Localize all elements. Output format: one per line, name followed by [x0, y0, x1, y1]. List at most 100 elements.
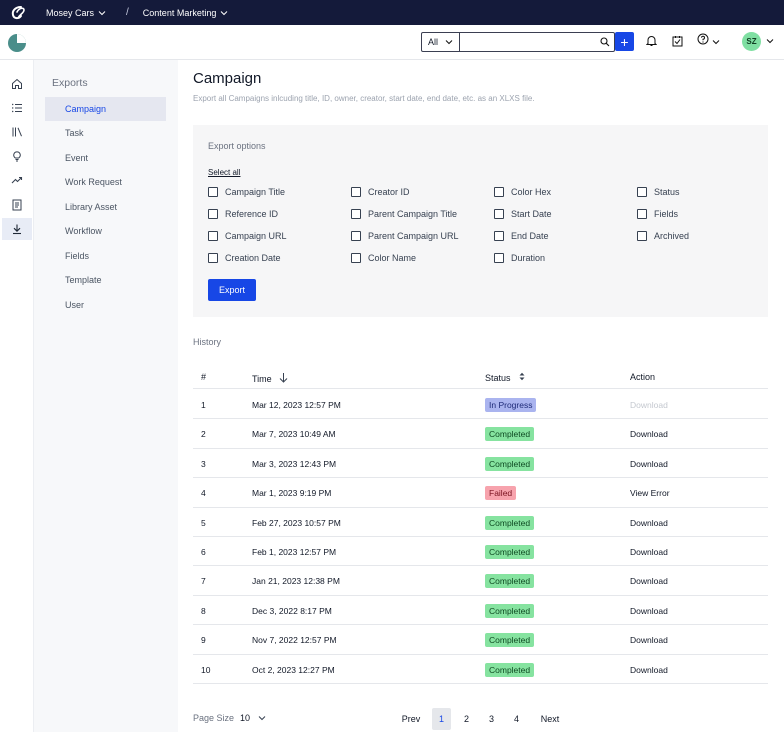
chevron-down-icon: [220, 8, 228, 18]
download-link[interactable]: Download: [630, 576, 668, 586]
column-header-time[interactable]: Time: [252, 372, 288, 385]
list-icon[interactable]: [2, 97, 32, 119]
page-button-4[interactable]: 4: [507, 708, 526, 730]
search-icon[interactable]: [596, 33, 614, 51]
option-color-hex[interactable]: Color Hex: [494, 187, 551, 197]
sidebar-item-campaign[interactable]: Campaign: [45, 97, 166, 121]
row-number: 3: [201, 458, 206, 469]
page-button-2[interactable]: 2: [457, 708, 476, 730]
workspace-switcher[interactable]: Mosey Cars: [46, 8, 106, 18]
checkbox[interactable]: [208, 231, 218, 241]
help-menu[interactable]: [697, 33, 723, 48]
exports-sidebar: Exports Campaign Task Event Work Request…: [34, 60, 178, 732]
add-button[interactable]: +: [615, 32, 634, 51]
search-scope-select[interactable]: All: [422, 33, 460, 51]
option-campaign-title[interactable]: Campaign Title: [208, 187, 285, 197]
next-page-button[interactable]: Next: [536, 708, 564, 730]
option-creation-date[interactable]: Creation Date: [208, 253, 281, 263]
option-archived[interactable]: Archived: [637, 231, 689, 241]
option-fields[interactable]: Fields: [637, 209, 678, 219]
option-color-name[interactable]: Color Name: [351, 253, 416, 263]
table-row: 6 Feb 1, 2023 12:57 PM Completed Download: [193, 537, 768, 567]
download-link[interactable]: Download: [630, 547, 668, 557]
chevron-down-icon[interactable]: [763, 34, 777, 48]
option-duration[interactable]: Duration: [494, 253, 545, 263]
checkbox[interactable]: [637, 209, 647, 219]
checkbox[interactable]: [637, 187, 647, 197]
column-header-status[interactable]: Status: [485, 372, 525, 383]
page-size-selector[interactable]: Page Size 10: [193, 713, 266, 723]
search-input[interactable]: [460, 33, 596, 51]
page-button-1[interactable]: 1: [432, 708, 451, 730]
option-campaign-url[interactable]: Campaign URL: [208, 231, 287, 241]
table-row: 10 Oct 2, 2023 12:27 PM Completed Download: [193, 655, 768, 684]
checkbox[interactable]: [494, 187, 504, 197]
checkbox[interactable]: [208, 187, 218, 197]
checkbox[interactable]: [208, 253, 218, 263]
search-scope-value: All: [428, 37, 439, 47]
download-link[interactable]: Download: [630, 606, 668, 616]
status-badge: Completed: [485, 427, 535, 442]
section-switcher[interactable]: Content Marketing: [143, 8, 229, 18]
trending-icon[interactable]: [2, 169, 32, 191]
status-badge: Completed: [485, 545, 535, 559]
checkbox[interactable]: [637, 231, 647, 241]
page-button-3[interactable]: 3: [482, 708, 501, 730]
row-time: Nov 7, 2022 12:57 PM: [252, 635, 337, 646]
sidebar-item-user[interactable]: User: [45, 293, 166, 317]
download-icon[interactable]: [2, 218, 32, 240]
sidebar-item-fields[interactable]: Fields: [45, 244, 166, 268]
app-logo-icon[interactable]: [8, 34, 26, 52]
option-creator-id[interactable]: Creator ID: [351, 187, 410, 197]
sidebar-item-event[interactable]: Event: [45, 146, 166, 170]
bell-icon[interactable]: [644, 34, 658, 48]
lightbulb-icon[interactable]: [2, 145, 32, 167]
sidebar-item-library-asset[interactable]: Library Asset: [45, 195, 166, 219]
download-link[interactable]: Download: [630, 518, 668, 528]
export-options-card: Export options Select all Campaign Title…: [193, 125, 768, 317]
sidebar-item-workflow[interactable]: Workflow: [45, 219, 166, 243]
sidebar-item-template[interactable]: Template: [45, 268, 166, 292]
document-icon[interactable]: [2, 194, 32, 216]
download-link[interactable]: Download: [630, 429, 668, 439]
select-all-link[interactable]: Select all: [208, 168, 240, 177]
brand-logo-icon[interactable]: [5, 0, 31, 25]
sidebar-item-task[interactable]: Task: [45, 121, 166, 145]
row-time: Oct 2, 2023 12:27 PM: [252, 664, 335, 675]
option-status[interactable]: Status: [637, 187, 680, 197]
sort-arrow-down-icon[interactable]: [279, 372, 288, 385]
option-parent-campaign-title[interactable]: Parent Campaign Title: [351, 209, 457, 219]
checkbox[interactable]: [351, 231, 361, 241]
option-start-date[interactable]: Start Date: [494, 209, 552, 219]
row-number: 2: [201, 429, 206, 440]
option-reference-id[interactable]: Reference ID: [208, 209, 278, 219]
task-check-icon[interactable]: [670, 34, 684, 48]
checkbox[interactable]: [351, 187, 361, 197]
download-link[interactable]: Download: [630, 635, 668, 645]
option-end-date[interactable]: End Date: [494, 231, 549, 241]
avatar[interactable]: SZ: [742, 32, 761, 51]
download-link[interactable]: Download: [630, 459, 668, 469]
home-icon[interactable]: [2, 73, 32, 95]
table-row: 5 Feb 27, 2023 10:57 PM Completed Download: [193, 508, 768, 537]
checkbox[interactable]: [351, 253, 361, 263]
status-badge: Completed: [485, 662, 535, 677]
row-number: 7: [201, 576, 206, 587]
checkbox[interactable]: [494, 209, 504, 219]
row-number: 1: [201, 400, 206, 410]
download-link[interactable]: Download: [630, 665, 668, 675]
option-parent-campaign-url[interactable]: Parent Campaign URL: [351, 231, 459, 241]
view-error-link[interactable]: View Error: [630, 488, 670, 498]
sidebar-item-work-request[interactable]: Work Request: [45, 170, 166, 194]
column-header-number: #: [201, 372, 207, 382]
checkbox[interactable]: [351, 209, 361, 219]
checkbox[interactable]: [208, 209, 218, 219]
export-button[interactable]: Export: [208, 279, 256, 301]
option-label: Creator ID: [368, 187, 410, 197]
workspace-label: Mosey Cars: [46, 7, 95, 18]
checkbox[interactable]: [494, 253, 504, 263]
sort-toggle-icon[interactable]: [519, 372, 525, 383]
library-icon[interactable]: [2, 121, 32, 143]
checkbox[interactable]: [494, 231, 504, 241]
prev-page-button[interactable]: Prev: [397, 708, 425, 730]
